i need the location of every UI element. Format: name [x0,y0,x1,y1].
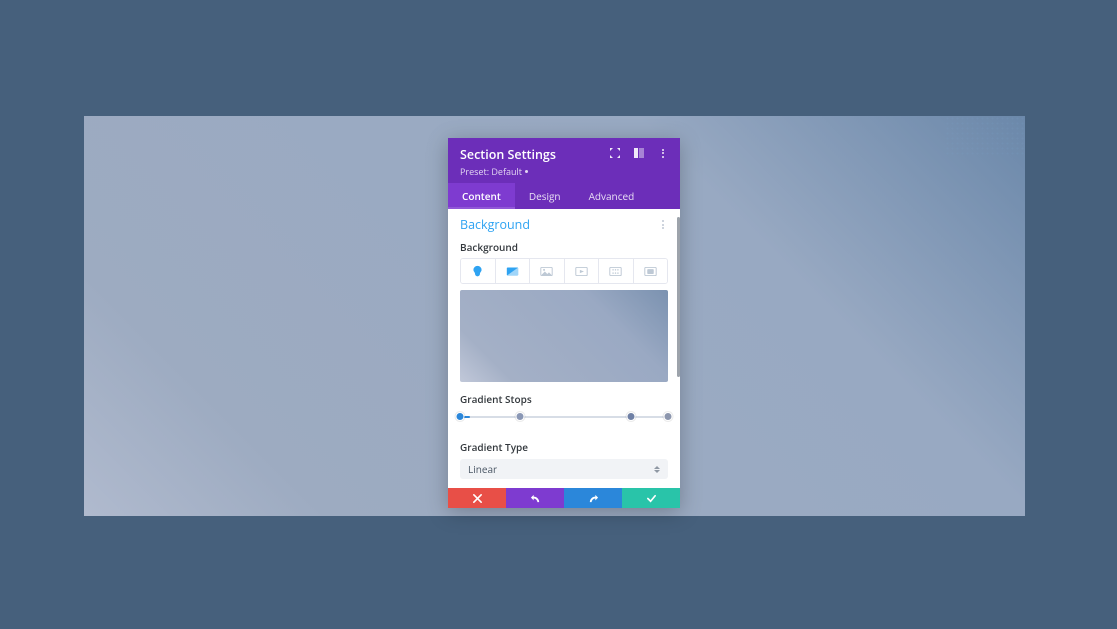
tab-advanced[interactable]: Advanced [575,183,649,209]
gradient-stops-slider[interactable] [460,412,668,422]
expand-icon[interactable] [610,148,620,158]
modal-header-actions [610,146,668,158]
modal-title: Section Settings [460,146,556,163]
modal-body: Background Background [448,209,680,488]
save-button[interactable] [622,488,680,508]
preset-indicator[interactable]: Preset: Default [460,165,556,178]
stop-handle-2[interactable] [516,412,525,421]
undo-button[interactable] [506,488,564,508]
section-settings-modal: Section Settings Preset: Default Content… [448,138,680,508]
tab-content[interactable]: Content [448,183,515,209]
section-header[interactable]: Background [448,209,680,237]
tab-design[interactable]: Design [515,183,575,209]
modal-header-text: Section Settings Preset: Default [460,146,556,178]
modal-footer [448,488,680,508]
section-title: Background [460,216,530,233]
more-icon[interactable] [658,148,668,158]
decorative-dots [945,116,1025,156]
section-more-icon[interactable] [658,220,668,230]
select-caret-icon [654,466,660,473]
bg-tab-mask[interactable] [634,259,668,283]
scrollbar-track[interactable] [677,209,680,488]
stop-handle-4[interactable] [664,412,673,421]
stop-handle-1[interactable] [456,412,465,421]
stops-track [460,416,668,418]
gradient-type-select[interactable]: Linear [460,459,668,479]
bg-tab-pattern[interactable] [599,259,634,283]
gradient-type-value: Linear [468,462,497,476]
snap-icon[interactable] [634,148,644,158]
modal-header: Section Settings Preset: Default [448,138,680,183]
bg-tab-gradient[interactable] [496,259,531,283]
modal-tabs: Content Design Advanced [448,183,680,209]
background-type-tabs [460,258,668,284]
preset-label: Preset: Default [460,165,522,178]
stop-handle-3[interactable] [626,412,635,421]
gradient-stops-label: Gradient Stops [448,390,680,409]
cancel-button[interactable] [448,488,506,508]
background-label: Background [448,237,680,258]
redo-button[interactable] [564,488,622,508]
gradient-type-label: Gradient Type [448,438,680,457]
scrollbar-thumb[interactable] [677,217,680,377]
bg-tab-video[interactable] [565,259,600,283]
preset-dot-icon [525,170,528,173]
bg-tab-color[interactable] [461,259,496,283]
gradient-preview[interactable] [460,290,668,382]
bg-tab-image[interactable] [530,259,565,283]
